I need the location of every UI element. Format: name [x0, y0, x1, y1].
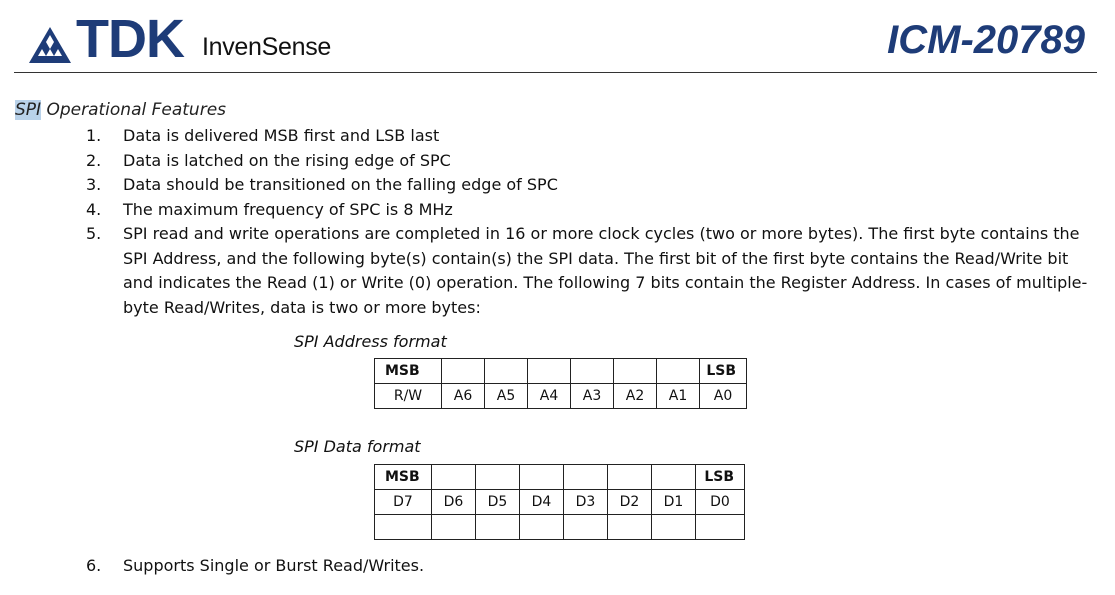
list-item-text: Data should be transitioned on the falli…	[123, 175, 558, 194]
table-cell	[527, 358, 571, 384]
section-title-highlight: SPI	[15, 100, 42, 120]
table-cell	[431, 514, 476, 540]
lsb-label: LSB	[695, 464, 745, 490]
table-cell	[519, 464, 564, 490]
bit-cell: A6	[441, 383, 485, 409]
bit-cell: D4	[519, 489, 564, 515]
table-cell	[563, 514, 608, 540]
table-row: MSB LSB	[374, 358, 747, 384]
list-item: 2. Data is latched on the rising edge of …	[86, 149, 1101, 174]
table-row: D7 D6 D5 D4 D3 D2 D1 D0	[374, 489, 745, 515]
bit-cell: D1	[651, 489, 696, 515]
list-item-text: The maximum frequency of SPC is 8 MHz	[123, 199, 453, 219]
table-cell	[651, 514, 696, 540]
list-item-number: 6.	[86, 556, 102, 575]
list-item: 5. SPI read and write operations are comp…	[86, 222, 1101, 320]
section-title: SPI Operational Features	[15, 100, 226, 120]
table-cell	[651, 464, 696, 490]
tdk-logo: TDK InvenSense	[28, 9, 332, 69]
bit-cell: R/W	[374, 383, 442, 409]
data-format-table: MSB LSB D7 D6 D5 D4 D3 D2 D1 D0	[374, 464, 745, 540]
table-cell	[695, 514, 745, 540]
list-item-text: Supports Single or Burst Read/Writes.	[123, 556, 425, 575]
list-item: 1. Data is delivered MSB first and LSB la…	[86, 124, 1101, 149]
bit-cell: A4	[527, 383, 571, 409]
msb-label: MSB	[374, 358, 442, 384]
list-item-number: 4.	[86, 199, 102, 219]
sub-brand-name: InvenSense	[201, 33, 332, 61]
address-format-title: SPI Address format	[294, 332, 447, 351]
table-cell	[519, 514, 564, 540]
part-number: ICM-20789	[887, 18, 1085, 62]
list-item-number: 5.	[86, 224, 102, 243]
header-divider	[14, 72, 1097, 73]
bit-cell: A3	[570, 383, 614, 409]
table-cell	[607, 464, 652, 490]
table-row: MSB LSB	[374, 464, 745, 490]
address-format-table: MSB LSB R/W A6 A5 A4 A3 A2 A1 A0	[374, 358, 747, 409]
bit-cell: D7	[374, 489, 432, 515]
list-item: 3. Data should be transitioned on the fal…	[86, 173, 1101, 198]
table-cell	[613, 358, 657, 384]
list-item-text: Data is latched on the rising edge of SP…	[123, 150, 451, 170]
bit-cell: A0	[699, 383, 747, 409]
bit-cell: D3	[563, 489, 608, 515]
section-title-rest: Operational Features	[41, 100, 227, 120]
list-item-number: 3.	[86, 175, 102, 194]
brand-name: TDK	[76, 9, 185, 69]
data-format-title: SPI Data format	[294, 437, 421, 456]
table-cell	[441, 358, 485, 384]
bit-cell: A5	[484, 383, 528, 409]
table-cell	[475, 514, 520, 540]
bit-cell: A2	[613, 383, 657, 409]
feature-list: 1. Data is delivered MSB first and LSB la…	[86, 124, 1101, 320]
list-item: 4. The maximum frequency of SPC is 8 MHz	[86, 198, 1101, 223]
table-row	[374, 514, 745, 540]
table-row: R/W A6 A5 A4 A3 A2 A1 A0	[374, 383, 747, 409]
msb-label: MSB	[374, 464, 432, 490]
bit-cell: D0	[695, 489, 745, 515]
list-item-number: 1.	[86, 126, 102, 145]
table-cell	[607, 514, 652, 540]
bit-cell: D6	[431, 489, 476, 515]
table-cell	[431, 464, 476, 490]
table-cell	[475, 464, 520, 490]
bit-cell: A1	[656, 383, 700, 409]
table-cell	[374, 514, 432, 540]
table-cell	[563, 464, 608, 490]
table-cell	[570, 358, 614, 384]
bit-cell: D2	[607, 489, 652, 515]
list-item-text: Data is delivered MSB first and LSB last	[123, 126, 440, 145]
table-cell	[656, 358, 700, 384]
lsb-label: LSB	[699, 358, 747, 384]
list-item: 6. Supports Single or Burst Read/Writes.	[86, 556, 424, 575]
tdk-logo-icon	[29, 27, 71, 63]
page-header: TDK InvenSense ICM-20789	[0, 0, 1115, 75]
list-item-number: 2.	[86, 150, 102, 170]
list-item-text: SPI read and write operations are comple…	[123, 224, 1088, 317]
bit-cell: D5	[475, 489, 520, 515]
table-cell	[484, 358, 528, 384]
